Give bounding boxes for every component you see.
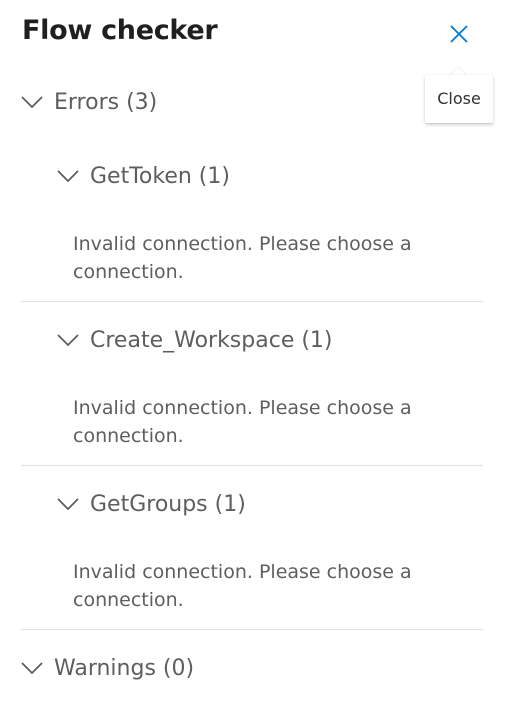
errors-section-header[interactable]: Errors (3) (20, 85, 157, 119)
divider (21, 629, 483, 630)
panel-title: Flow checker (22, 15, 218, 46)
error-message: Invalid connection. Please choose a conn… (73, 561, 412, 611)
chevron-down-icon (57, 334, 79, 347)
error-group-label: GetGroups (1) (90, 491, 246, 517)
close-icon (450, 25, 468, 43)
errors-section-label: Errors (3) (54, 89, 158, 115)
divider (21, 301, 483, 302)
warnings-section-label: Warnings (0) (54, 655, 195, 681)
chevron-down-icon (57, 498, 79, 511)
error-group-label: Create_Workspace (1) (90, 327, 333, 353)
error-group-header-gettoken[interactable]: GetToken (1) (56, 159, 230, 193)
chevron-down-icon (21, 96, 43, 109)
chevron-down-icon (57, 170, 79, 183)
divider (21, 465, 483, 466)
close-tooltip-text: Close (437, 89, 481, 108)
chevron-down-icon (21, 662, 43, 675)
error-message: Invalid connection. Please choose a conn… (73, 233, 412, 283)
error-group-label: GetToken (1) (90, 163, 230, 189)
error-message: Invalid connection. Please choose a conn… (73, 397, 412, 447)
warnings-section-header[interactable]: Warnings (0) (20, 651, 194, 685)
error-group-header-create-workspace[interactable]: Create_Workspace (1) (56, 323, 333, 357)
close-button[interactable] (442, 18, 476, 52)
error-group-header-getgroups[interactable]: GetGroups (1) (56, 487, 246, 521)
